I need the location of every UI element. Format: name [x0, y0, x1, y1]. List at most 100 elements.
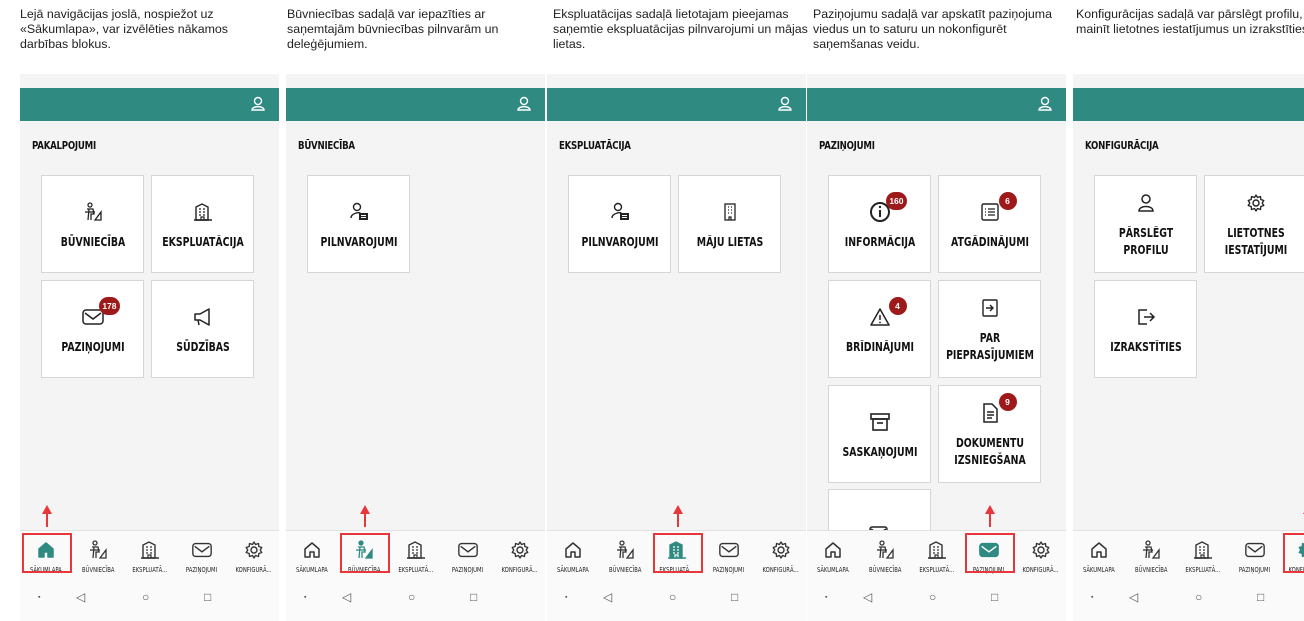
nav-label: BŪVNIECĪBA	[868, 566, 902, 574]
recent-dot-icon[interactable]: ▪	[565, 594, 567, 601]
gear-icon	[509, 539, 531, 561]
tile-button[interactable]: MĀJU LIETAS	[678, 175, 781, 273]
back-icon[interactable]: ◁	[1129, 590, 1138, 604]
nav-item-4[interactable]: PAZIŅOJUMI	[442, 531, 494, 579]
app-bar	[286, 88, 545, 121]
profile-icon[interactable]	[774, 93, 796, 115]
nav-item-1[interactable]: SĀKUMLAPA	[807, 531, 859, 579]
caption-3: Ekspluatācijas sadaļā lietotajam pieejam…	[553, 7, 808, 51]
nav-item-4[interactable]: PAZIŅOJUMI	[1229, 531, 1281, 579]
tile-button[interactable]: BŪVNIECĪBA	[41, 175, 144, 273]
nav-item-2[interactable]: BŪVNIECĪBA	[599, 531, 651, 579]
nav-label: BŪVNIECĪBA	[608, 566, 642, 574]
pointer-arrow	[360, 505, 370, 529]
tile-label: IZRAKSTĪTIES	[1109, 339, 1182, 354]
tile-button[interactable]: IZRAKSTĪTIES	[1094, 280, 1197, 378]
app-bar	[1073, 88, 1304, 121]
nav-label: SĀKUMLAPA	[296, 566, 328, 574]
tile-button[interactable]: 160 INFORMĀCIJA	[828, 175, 931, 273]
recent-dot-icon[interactable]: ▪	[825, 594, 827, 601]
tile-button[interactable]: SŪDZĪBAS	[151, 280, 254, 378]
archive-icon	[865, 408, 895, 436]
count-badge: 160	[886, 191, 907, 210]
nav-label: EKSPLUATĀ...	[398, 566, 434, 574]
back-icon[interactable]: ◁	[76, 590, 85, 604]
construction-icon	[78, 198, 108, 226]
gear-icon	[243, 539, 265, 561]
nav-item-2[interactable]: BŪVNIECĪBA	[859, 531, 911, 579]
profile-icon[interactable]	[1034, 93, 1056, 115]
nav-label: SĀKUMLAPA	[1083, 566, 1115, 574]
tile-label: INFORMĀCIJA	[844, 234, 915, 249]
profile-icon[interactable]	[513, 93, 535, 115]
back-icon[interactable]: ◁	[603, 590, 612, 604]
home-icon	[822, 539, 844, 561]
profile-icon[interactable]	[1300, 93, 1304, 115]
tile-label: PILNVAROJUMI	[580, 234, 659, 249]
home-circle-icon[interactable]: ○	[408, 590, 415, 604]
tile-button[interactable]: EKSPLUATĀCIJA	[151, 175, 254, 273]
overview-icon[interactable]: □	[470, 590, 477, 604]
home-circle-icon[interactable]: ○	[142, 590, 149, 604]
tile-label: ATGĀDINĀJUMI	[950, 234, 1029, 249]
nav-item-5[interactable]: KONFIGURĀ...	[228, 531, 279, 579]
section-title: EKSPLUATĀCIJA	[559, 140, 631, 152]
tile-button[interactable]: PĀRSLĒGT PROFILU	[1094, 175, 1197, 273]
overview-icon[interactable]: □	[991, 590, 998, 604]
tile-button[interactable]: SASKAŅOJUMI	[828, 385, 931, 483]
nav-item-3[interactable]: EKSPLUATĀ...	[1177, 531, 1229, 579]
nav-item-4[interactable]: PAZIŅOJUMI	[176, 531, 228, 579]
list-icon: 6	[975, 191, 1017, 226]
tile-button[interactable]: 9 DOKUMENTU IZSNIEGŠANA	[938, 385, 1041, 483]
building-icon	[405, 539, 427, 561]
tile-button[interactable]: PAR PIEPRASĪJUMIEM	[938, 280, 1041, 378]
tile-button[interactable]: PILNVAROJUMI	[568, 175, 671, 273]
tile-button[interactable]: 6 ATGĀDINĀJUMI	[938, 175, 1041, 273]
tile-button[interactable]: 178 PAZIŅOJUMI	[41, 280, 144, 378]
nav-item-2[interactable]: BŪVNIECĪBA	[1125, 531, 1177, 579]
nav-item-5[interactable]: KONFIGURĀ...	[1015, 531, 1066, 579]
nav-item-5[interactable]: KONFIGURĀ...	[755, 531, 806, 579]
back-icon[interactable]: ◁	[342, 590, 351, 604]
nav-item-3[interactable]: EKSPLUATĀ...	[911, 531, 963, 579]
section-title: BŪVNIECĪBA	[298, 140, 355, 152]
back-icon[interactable]: ◁	[863, 590, 872, 604]
tile-button[interactable]: PILNVAROJUMI	[307, 175, 410, 273]
nav-item-5[interactable]: KONFIGURĀ...	[494, 531, 545, 579]
phone-screen-1: PAKALPOJUMI BŪVNIECĪBA EKSPLUATĀCIJA 178 PAZ…	[20, 74, 279, 621]
count-badge: 4	[888, 296, 907, 315]
nav-item-2[interactable]: BŪVNIECĪBA	[72, 531, 124, 579]
home-icon	[301, 539, 323, 561]
tile-button[interactable]: LIETOTNES IESTATĪJUMI	[1204, 175, 1304, 273]
system-navigation: ▪ ◁ ○ □	[286, 583, 545, 621]
recent-dot-icon[interactable]: ▪	[1091, 594, 1093, 601]
recent-dot-icon[interactable]: ▪	[304, 594, 306, 601]
nav-item-3[interactable]: EKSPLUATĀ...	[390, 531, 442, 579]
pointer-arrow	[42, 505, 52, 529]
highlight-box	[965, 533, 1015, 573]
nav-item-3[interactable]: EKSPLUATĀ...	[124, 531, 176, 579]
profile-icon[interactable]	[247, 93, 269, 115]
overview-icon[interactable]: □	[731, 590, 738, 604]
tile-label: LIETOTNES IESTATĪJUMI	[1224, 226, 1287, 257]
user-card-icon	[605, 198, 635, 226]
home-circle-icon[interactable]: ○	[929, 590, 936, 604]
tile-button[interactable]: 4 BRĪDINĀJUMI	[828, 280, 931, 378]
status-area	[286, 74, 545, 88]
nav-label: KONFIGURĀ...	[1022, 566, 1060, 574]
nav-item-1[interactable]: SĀKUMLAPA	[1073, 531, 1125, 579]
home-circle-icon[interactable]: ○	[1195, 590, 1202, 604]
construction-icon	[87, 539, 109, 561]
nav-item-4[interactable]: PAZIŅOJUMI	[703, 531, 755, 579]
user-card-icon	[344, 198, 374, 226]
nav-item-1[interactable]: SĀKUMLAPA	[286, 531, 338, 579]
nav-label: KONFIGURĀ...	[235, 566, 273, 574]
home-circle-icon[interactable]: ○	[669, 590, 676, 604]
nav-item-1[interactable]: SĀKUMLAPA	[547, 531, 599, 579]
tile-label: EKSPLUATĀCIJA	[161, 234, 244, 249]
document-icon: 9	[975, 393, 1017, 427]
recent-dot-icon[interactable]: ▪	[38, 594, 40, 601]
overview-icon[interactable]: □	[204, 590, 211, 604]
construction-icon	[874, 539, 896, 561]
overview-icon[interactable]: □	[1257, 590, 1264, 604]
